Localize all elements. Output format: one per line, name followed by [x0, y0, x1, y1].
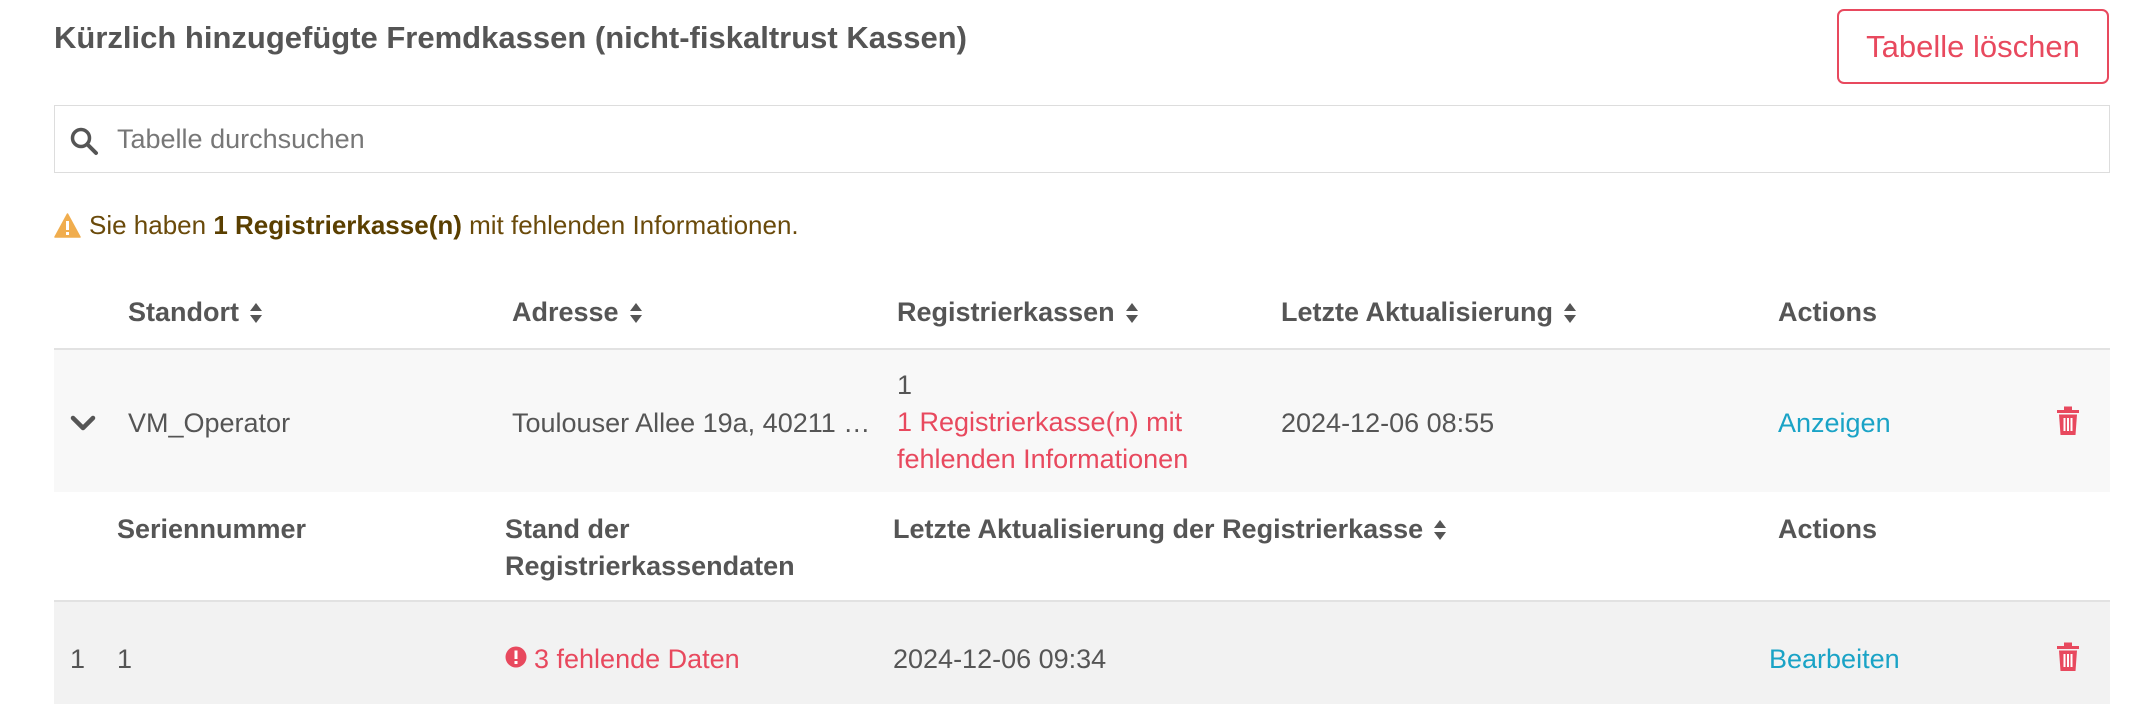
search-icon: [70, 127, 98, 155]
alert-count: 1 Registrierkasse(n): [213, 210, 462, 240]
missing-info-line2: fehlenden Informationen: [897, 444, 1189, 474]
register-count: 1: [897, 370, 913, 400]
adresse-cell: Toulouser Allee 19a, 40211 …: [512, 408, 871, 438]
row-index: 1: [70, 644, 86, 674]
missing-data-status: 3 fehlende Daten: [534, 644, 740, 674]
column-header-actions: Actions: [1778, 297, 1878, 327]
column-header-adresse[interactable]: Adresse: [512, 297, 643, 328]
serial-cell: 1: [117, 644, 133, 674]
subcolumn-header-actions: Actions: [1778, 514, 1878, 544]
subcolumn-header-status-line1: Stand der: [505, 514, 630, 544]
sort-icon: [1564, 302, 1577, 323]
search-input[interactable]: [117, 106, 2097, 172]
subcolumn-header-updated[interactable]: Letzte Aktualisierung der Registrierkass…: [893, 514, 1447, 545]
sort-icon: [250, 302, 262, 323]
updated-cell: 2024-12-06 08:55: [1281, 408, 1495, 438]
error-icon: [505, 646, 527, 668]
alert-suffix: mit fehlenden Informationen.: [461, 210, 799, 240]
page-title: Kürzlich hinzugefügte Fremdkassen (nicht…: [54, 20, 967, 55]
trash-icon[interactable]: [2056, 642, 2080, 672]
subcolumn-header-status-line2: Registrierkassendaten: [505, 551, 795, 581]
warning-icon: [54, 213, 81, 238]
clear-table-button[interactable]: Tabelle löschen: [1837, 9, 2109, 84]
subtable-header: [54, 492, 2110, 600]
chevron-down-icon[interactable]: [70, 415, 96, 431]
trash-icon[interactable]: [2056, 406, 2080, 436]
view-link[interactable]: Anzeigen: [1778, 408, 1891, 439]
missing-info-alert: Sie haben 1 Registrierkasse(n) mit fehle…: [54, 210, 799, 241]
subcolumn-header-serial: Seriennummer: [117, 514, 307, 544]
column-header-letzte-aktualisierung[interactable]: Letzte Aktualisierung: [1281, 297, 1577, 328]
column-header-registrierkassen[interactable]: Registrierkassen: [897, 297, 1139, 328]
alert-prefix: Sie haben: [89, 210, 214, 240]
standort-cell: VM_Operator: [128, 408, 291, 438]
column-header-standort[interactable]: Standort: [128, 297, 263, 328]
sort-icon: [1125, 302, 1138, 323]
missing-info-line1: 1 Registrierkasse(n) mit: [897, 407, 1183, 437]
edit-link[interactable]: Bearbeiten: [1769, 644, 1900, 675]
subrow-updated-cell: 2024-12-06 09:34: [893, 644, 1107, 674]
sort-icon: [629, 302, 642, 323]
search-bar[interactable]: [54, 105, 2110, 173]
sort-icon: [1434, 519, 1447, 540]
